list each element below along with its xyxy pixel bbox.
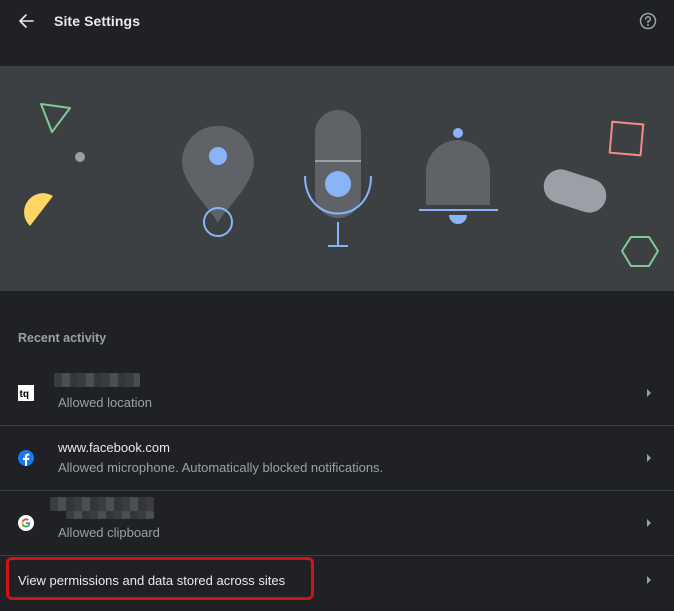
location-pin-icon: [182, 126, 254, 237]
arrow-back-icon: [19, 14, 34, 28]
permission-description: Allowed location: [58, 395, 152, 410]
help-button[interactable]: [636, 9, 660, 33]
recent-activity-title: Recent activity: [18, 331, 107, 345]
back-button[interactable]: [14, 9, 38, 33]
help-icon: [639, 12, 657, 30]
dot-shape: [75, 152, 85, 162]
permission-description: Allowed clipboard: [58, 525, 160, 540]
facebook-favicon: [18, 450, 34, 466]
svg-text:tq: tq: [20, 389, 29, 400]
chevron-right-icon: [647, 389, 651, 397]
obscured-site-name: [54, 373, 140, 387]
site-name: www.facebook.com: [58, 440, 170, 455]
chevron-right-icon: [647, 454, 651, 462]
site-settings-banner: [0, 66, 674, 291]
header-bar: Site Settings: [0, 0, 674, 42]
highlight-annotation: [6, 557, 314, 600]
permissions-illustration: [24, 103, 659, 267]
chevron-right-icon: [647, 519, 651, 527]
recent-activity-item[interactable]: tq Allowed location: [0, 361, 674, 426]
microphone-icon: [304, 110, 372, 247]
page-title: Site Settings: [54, 13, 141, 29]
tq-favicon: tq: [18, 385, 34, 401]
recent-activity-item[interactable]: www.facebook.com Allowed microphone. Aut…: [0, 426, 674, 491]
recent-activity-item[interactable]: Allowed clipboard: [0, 491, 674, 556]
notification-bell-icon: [419, 128, 498, 224]
triangle-shape: [40, 103, 71, 133]
square-shape: [608, 120, 645, 157]
chevron-right-icon: [647, 576, 651, 584]
hexagon-shape: [621, 236, 659, 267]
permission-description: Allowed microphone. Automatically blocke…: [58, 460, 384, 475]
google-favicon: [18, 515, 34, 531]
pill-shape: [543, 169, 607, 213]
obscured-site-name: [50, 497, 154, 511]
obscured-site-name: [66, 511, 154, 519]
recent-activity-list: tq Allowed location www.facebook.com All…: [0, 361, 674, 556]
half-moon-shape: [24, 193, 53, 226]
